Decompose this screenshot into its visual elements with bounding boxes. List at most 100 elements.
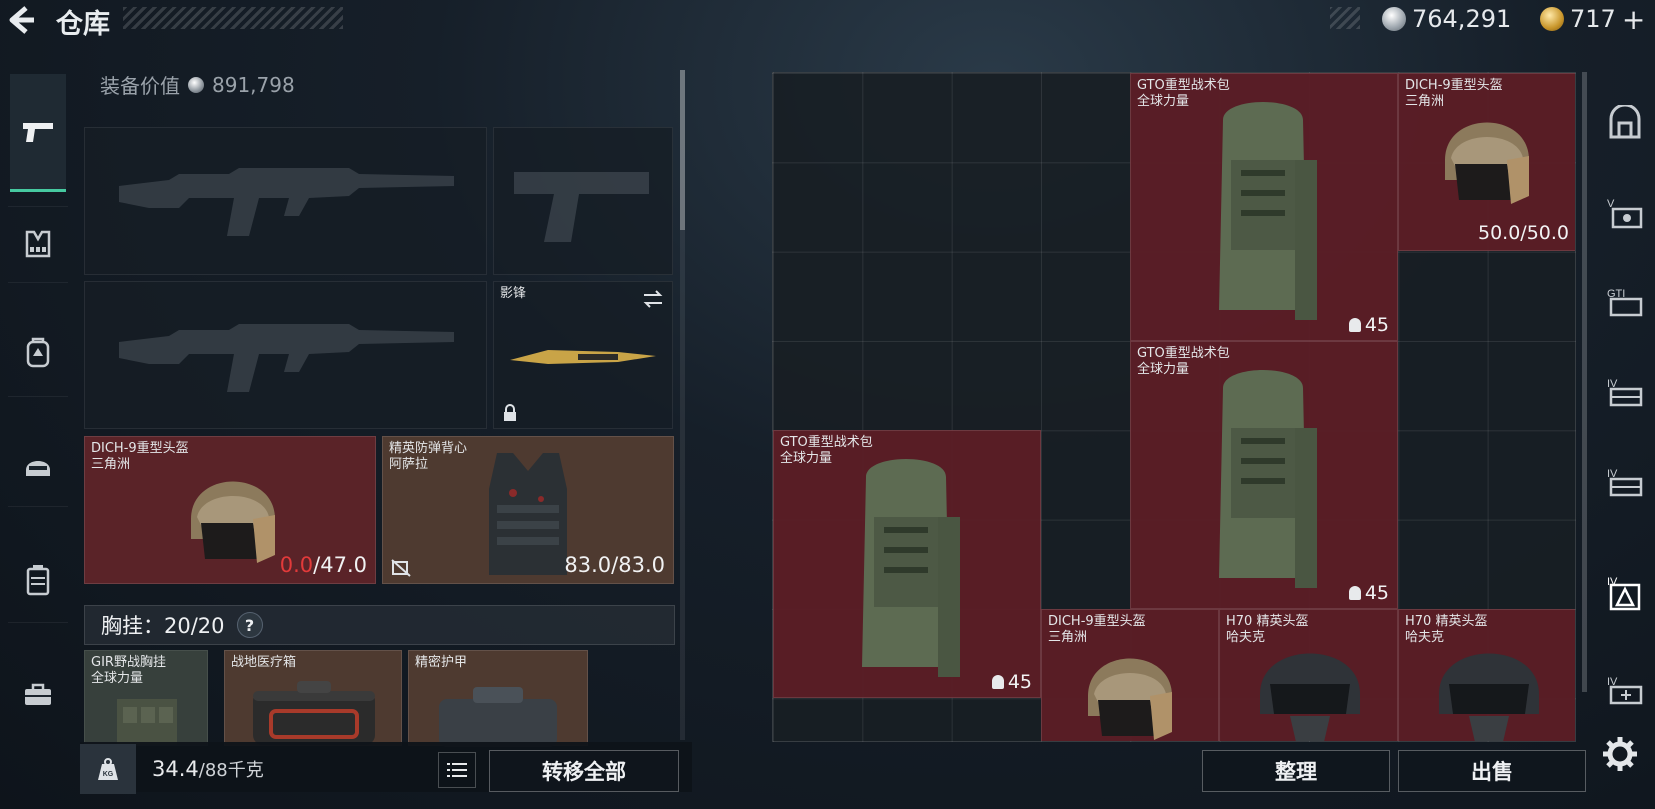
silver-currency: 764,291	[1382, 4, 1511, 34]
storage-item-helmet[interactable]: DICH-9重型头盔 三角洲	[1041, 609, 1219, 741]
melee-slot[interactable]: 影锋	[493, 281, 673, 429]
tactical-helmet-image	[1260, 653, 1360, 741]
vest-icon	[25, 230, 51, 258]
rifle-silhouette-icon	[119, 324, 454, 392]
carry-weight: 34.4/88千克	[152, 757, 264, 781]
canister-icon	[26, 565, 50, 596]
sidebar-item-toolbox[interactable]	[10, 666, 66, 722]
container-tab-iv-2[interactable]: IV	[1598, 456, 1652, 510]
container-tab-gti[interactable]: GTI	[1598, 276, 1652, 330]
page-title: 仓库	[56, 9, 110, 40]
tactical-helmet-image	[1439, 653, 1539, 741]
backpack-capacity-icon	[1348, 318, 1361, 332]
sidebar-item-weapons[interactable]	[10, 74, 66, 192]
svg-text:KG: KG	[103, 771, 114, 778]
armor-vest-image	[489, 453, 567, 575]
weight-icon: KG	[80, 744, 136, 794]
armor-slot[interactable]: 精英防弹背心 阿萨拉 83.0/83.0	[382, 436, 674, 584]
container-tab-v[interactable]: V	[1598, 186, 1652, 240]
primary-weapon-slot[interactable]	[84, 127, 487, 275]
backpack-image	[862, 459, 960, 677]
knife-image	[510, 350, 656, 364]
storage-item-helmet[interactable]: H70 精英头盔 哈夫克	[1219, 609, 1398, 741]
transfer-all-button[interactable]: 转移全部	[489, 750, 679, 792]
backpack-capacity: 45	[1348, 314, 1389, 336]
loadout-scrollbar-thumb[interactable]	[680, 70, 685, 230]
equip-value-amount: 891,798	[212, 72, 295, 97]
backpack-image	[1219, 102, 1317, 320]
helmet-image	[191, 481, 275, 563]
organize-button[interactable]: 整理	[1202, 750, 1390, 792]
case-iv-active-icon: IV	[1607, 576, 1641, 611]
pistol-icon	[23, 122, 53, 142]
lock-icon	[504, 404, 516, 421]
armor-durability: 83.0/83.0	[564, 553, 665, 577]
storage-item-backpack[interactable]: GTO重型战术包 全球力量 45	[1130, 73, 1398, 341]
gold-currency[interactable]: 717 +	[1540, 3, 1645, 36]
gold-amount: 717	[1570, 5, 1616, 33]
sidebar-item-supplies[interactable]	[10, 552, 66, 608]
container-tab-iv-active[interactable]: IV	[1598, 566, 1652, 620]
armor-plate-image	[439, 687, 557, 747]
helmet-slot[interactable]: DICH-9重型头盔 三角洲 0.0/47.0	[84, 436, 376, 584]
helmet-slot-title: DICH-9重型头盔 三角洲	[91, 441, 189, 472]
category-sidebar	[0, 66, 74, 786]
list-view-button[interactable]	[438, 752, 476, 788]
chest-rig-label: 胸挂：20/20	[101, 614, 225, 638]
settings-gear-icon[interactable]	[1600, 734, 1640, 774]
chest-rig-image	[117, 699, 177, 745]
helmet-durability: 0.0/47.0	[279, 553, 367, 577]
rig-slot-armor-plate[interactable]: 精密护甲	[408, 650, 588, 747]
backpack-capacity: 45	[1348, 582, 1389, 604]
pistol-silhouette-icon	[514, 172, 649, 242]
silver-coin-icon	[188, 76, 204, 93]
silver-amount: 764,291	[1412, 5, 1512, 33]
backpack-image	[1219, 370, 1317, 588]
equip-value-label: 装备价值	[100, 74, 180, 98]
case-v-icon: V	[1607, 198, 1643, 229]
list-icon	[447, 763, 467, 777]
helmet-image	[1445, 122, 1529, 204]
equipment-value: 装备价值 891,798	[100, 70, 295, 99]
storage-item-backpack[interactable]: GTO重型战术包 全球力量 45	[1130, 341, 1398, 609]
container-tab-iv-add[interactable]: IV	[1598, 664, 1652, 718]
storage-scrollbar[interactable]	[1582, 72, 1587, 692]
sidearm-slot[interactable]	[493, 127, 673, 275]
gti-icon: GTI	[1607, 288, 1643, 317]
storage-item-backpack[interactable]: GTO重型战术包 全球力量 45	[773, 430, 1041, 698]
storage-item-helmet[interactable]: H70 精英头盔 哈夫克	[1398, 609, 1575, 741]
sidebar-item-gear[interactable]	[10, 438, 66, 494]
container-tab-iv[interactable]: IV	[1598, 366, 1652, 420]
help-button[interactable]: ?	[236, 612, 263, 638]
title-stripe-decoration	[123, 7, 343, 29]
back-arrow-icon[interactable]	[4, 4, 38, 36]
case-iv-2-icon: IV	[1607, 468, 1643, 497]
sidebar-item-backpack[interactable]	[10, 324, 66, 380]
container-tab-safe-box[interactable]	[1598, 96, 1652, 150]
rig-slot-chest-rig[interactable]: GIR野战胸挂 全球力量	[84, 650, 208, 746]
rifle-silhouette-icon	[119, 168, 454, 236]
melee-name: 影锋	[500, 286, 527, 301]
swap-icon[interactable]	[642, 290, 664, 308]
armor-slot-title: 精英防弹背心 阿萨拉	[389, 441, 468, 472]
silver-coin-icon	[1382, 7, 1406, 31]
rig-slot-medkit[interactable]: 战地医疗箱	[224, 650, 402, 746]
secondary-weapon-slot[interactable]	[84, 281, 487, 429]
case-iv-icon: IV	[1607, 378, 1643, 407]
backpack-capacity-icon	[1348, 586, 1361, 600]
currency-stripe-decoration	[1330, 7, 1360, 29]
container-sidebar: V GTI IV IV IV IV	[1592, 72, 1655, 732]
case-iv-add-icon: IV	[1607, 676, 1643, 705]
storage-item-helmet[interactable]: DICH-9重型头盔 三角洲 50.0/50.0	[1398, 73, 1575, 251]
sell-button[interactable]: 出售	[1398, 750, 1586, 792]
helmet-icon	[26, 461, 50, 476]
no-repair-icon	[391, 559, 411, 577]
sidebar-item-chest-rig[interactable]	[10, 216, 66, 272]
top-bar: 仓库 764,291 717 +	[0, 0, 1655, 40]
backpack-capacity-icon	[991, 675, 1004, 689]
medkit-image	[253, 681, 375, 745]
add-currency-button[interactable]: +	[1622, 3, 1645, 36]
backpack-capacity: 45	[991, 671, 1032, 693]
chest-rig-capacity-bar: 胸挂：20/20 ?	[84, 605, 675, 645]
storage-grid[interactable]: GTO重型战术包 全球力量 45 DICH-9重型头盔 三角洲 50.0/50.0 …	[772, 72, 1576, 742]
